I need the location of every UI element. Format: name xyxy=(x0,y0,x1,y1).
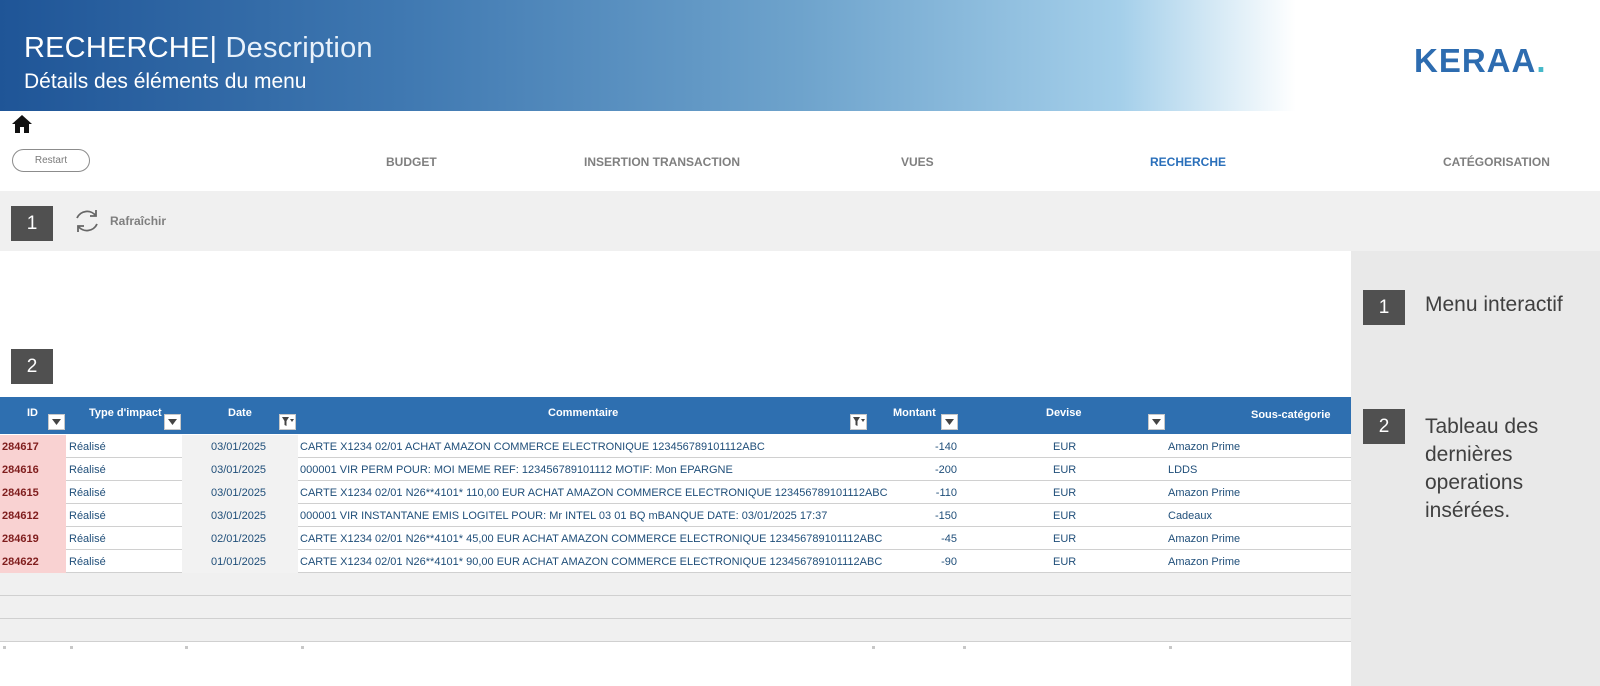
cell-sous-categorie[interactable]: Amazon Prime xyxy=(1168,487,1240,499)
grid-tick xyxy=(872,646,875,649)
cell-sous-categorie[interactable]: LDDS xyxy=(1168,464,1197,476)
side-text-2: Tableau des dernières operations insérée… xyxy=(1425,415,1539,522)
cell-commentaire[interactable]: CARTE X1234 02/01 N26**4101* 110,00 EUR … xyxy=(300,487,888,499)
cell-date[interactable]: 03/01/2025 xyxy=(211,441,266,453)
cell-devise[interactable]: EUR xyxy=(1053,533,1076,545)
refresh-button-label[interactable]: Rafraîchir xyxy=(110,214,166,228)
cell-montant[interactable]: -90 xyxy=(900,556,957,568)
col-header-sous-categorie: Sous-catégorie xyxy=(1251,409,1331,421)
cell-date[interactable]: 03/01/2025 xyxy=(211,487,266,499)
tab-budget[interactable]: BUDGET xyxy=(386,155,437,169)
table-row[interactable]: 284615 Réalisé 03/01/2025 CARTE X1234 02/01… xyxy=(0,481,1351,504)
cell-id[interactable]: 284622 xyxy=(2,556,39,568)
filter-active-icon[interactable] xyxy=(850,414,867,430)
restart-button[interactable]: Restart xyxy=(12,149,90,172)
cell-commentaire[interactable]: CARTE X1234 02/01 N26**4101* 45,00 EUR A… xyxy=(300,533,882,545)
cell-date[interactable]: 03/01/2025 xyxy=(211,510,266,522)
grid-tick xyxy=(1169,646,1172,649)
cell-date[interactable]: 01/01/2025 xyxy=(211,556,266,568)
refresh-icon[interactable] xyxy=(72,206,102,236)
cell-type[interactable]: Réalisé xyxy=(69,464,106,476)
side-text-1: Menu interactif xyxy=(1425,293,1563,316)
cell-commentaire[interactable]: 000001 VIR PERM POUR: MOI MEME REF: 1234… xyxy=(300,464,733,476)
cell-id[interactable]: 284616 xyxy=(2,464,39,476)
tab-insertion-transaction[interactable]: INSERTION TRANSACTION xyxy=(584,155,740,169)
table-row[interactable]: 284622 Réalisé 01/01/2025 CARTE X1234 02/01… xyxy=(0,550,1351,573)
page-subtitle: Détails des éléments du menu xyxy=(24,70,307,93)
cell-type[interactable]: Réalisé xyxy=(69,533,106,545)
brand-logo: KERAA. xyxy=(1414,42,1547,80)
cell-id[interactable]: 284615 xyxy=(2,487,39,499)
col-header-devise: Devise xyxy=(1046,407,1082,419)
cell-sous-categorie[interactable]: Amazon Prime xyxy=(1168,533,1240,545)
cell-sous-categorie[interactable]: Amazon Prime xyxy=(1168,441,1240,453)
home-icon[interactable] xyxy=(11,113,33,135)
table-header: ID Type d'impact Date Commentaire Montan… xyxy=(0,397,1351,434)
toolbar xyxy=(0,191,1600,251)
page: RECHERCHE| Description Détails des éléme… xyxy=(0,0,1600,686)
cell-type[interactable]: Réalisé xyxy=(69,487,106,499)
cell-devise[interactable]: EUR xyxy=(1053,556,1076,568)
cell-devise[interactable]: EUR xyxy=(1053,441,1076,453)
col-header-type: Type d'impact xyxy=(89,407,162,419)
cell-devise[interactable]: EUR xyxy=(1053,510,1076,522)
header-banner: RECHERCHE| Description Détails des éléme… xyxy=(0,0,1600,111)
page-title-main: RECHERCHE| xyxy=(24,32,218,64)
logo-text: KERAA xyxy=(1414,42,1537,79)
col-header-id: ID xyxy=(27,407,38,419)
filter-dropdown-icon[interactable] xyxy=(48,414,65,430)
filter-active-icon[interactable] xyxy=(279,414,296,430)
cell-id[interactable]: 284617 xyxy=(2,441,39,453)
cell-montant[interactable]: -45 xyxy=(900,533,957,545)
table-row[interactable]: 284619 Réalisé 02/01/2025 CARTE X1234 02/01… xyxy=(0,527,1351,550)
filter-dropdown-icon[interactable] xyxy=(941,414,958,430)
tab-vues[interactable]: VUES xyxy=(901,155,934,169)
grid-tick xyxy=(3,646,6,649)
cell-montant[interactable]: -110 xyxy=(900,487,957,499)
col-header-date: Date xyxy=(228,407,252,419)
cell-sous-categorie[interactable]: Amazon Prime xyxy=(1168,556,1240,568)
table-row[interactable]: 284616 Réalisé 03/01/2025 000001 VIR PERM P… xyxy=(0,458,1351,481)
empty-row xyxy=(0,596,1351,619)
cell-sous-categorie[interactable]: Cadeaux xyxy=(1168,510,1212,522)
cell-devise[interactable]: EUR xyxy=(1053,464,1076,476)
cell-montant[interactable]: -200 xyxy=(900,464,957,476)
empty-row xyxy=(0,619,1351,642)
section-badge-2: 2 xyxy=(11,349,53,384)
cell-date[interactable]: 02/01/2025 xyxy=(211,533,266,545)
cell-montant[interactable]: -150 xyxy=(900,510,957,522)
filter-dropdown-icon[interactable] xyxy=(1148,414,1165,430)
col-header-montant: Montant xyxy=(893,407,936,419)
logo-dot: . xyxy=(1536,42,1547,79)
table-row[interactable]: 284612 Réalisé 03/01/2025 000001 VIR INSTAN… xyxy=(0,504,1351,527)
page-title: RECHERCHE| Description xyxy=(24,32,373,65)
cell-date[interactable]: 03/01/2025 xyxy=(211,464,266,476)
side-badge-1: 1 xyxy=(1363,290,1405,325)
grid-tick xyxy=(301,646,304,649)
cell-montant[interactable]: -140 xyxy=(900,441,957,453)
cell-commentaire[interactable]: CARTE X1234 02/01 ACHAT AMAZON COMMERCE … xyxy=(300,441,765,453)
tab-categorisation[interactable]: CATÉGORISATION xyxy=(1443,155,1550,169)
grid-tick xyxy=(185,646,188,649)
cell-type[interactable]: Réalisé xyxy=(69,510,106,522)
cell-id[interactable]: 284619 xyxy=(2,533,39,545)
empty-row xyxy=(0,573,1351,596)
page-title-desc: Description xyxy=(217,32,373,64)
col-header-commentaire: Commentaire xyxy=(548,407,619,419)
cell-commentaire[interactable]: CARTE X1234 02/01 N26**4101* 90,00 EUR A… xyxy=(300,556,882,568)
side-badge-2: 2 xyxy=(1363,409,1405,444)
cell-id[interactable]: 284612 xyxy=(2,510,39,522)
cell-type[interactable]: Réalisé xyxy=(69,556,106,568)
grid-tick xyxy=(963,646,966,649)
tab-recherche[interactable]: RECHERCHE xyxy=(1150,155,1226,169)
section-badge-1: 1 xyxy=(11,206,53,241)
cell-type[interactable]: Réalisé xyxy=(69,441,106,453)
filter-dropdown-icon[interactable] xyxy=(164,414,181,430)
cell-devise[interactable]: EUR xyxy=(1053,487,1076,499)
grid-tick xyxy=(70,646,73,649)
table-row[interactable]: 284617 Réalisé 03/01/2025 CARTE X1234 02/01… xyxy=(0,435,1351,458)
cell-commentaire[interactable]: 000001 VIR INSTANTANE EMIS LOGITEL POUR:… xyxy=(300,510,827,522)
